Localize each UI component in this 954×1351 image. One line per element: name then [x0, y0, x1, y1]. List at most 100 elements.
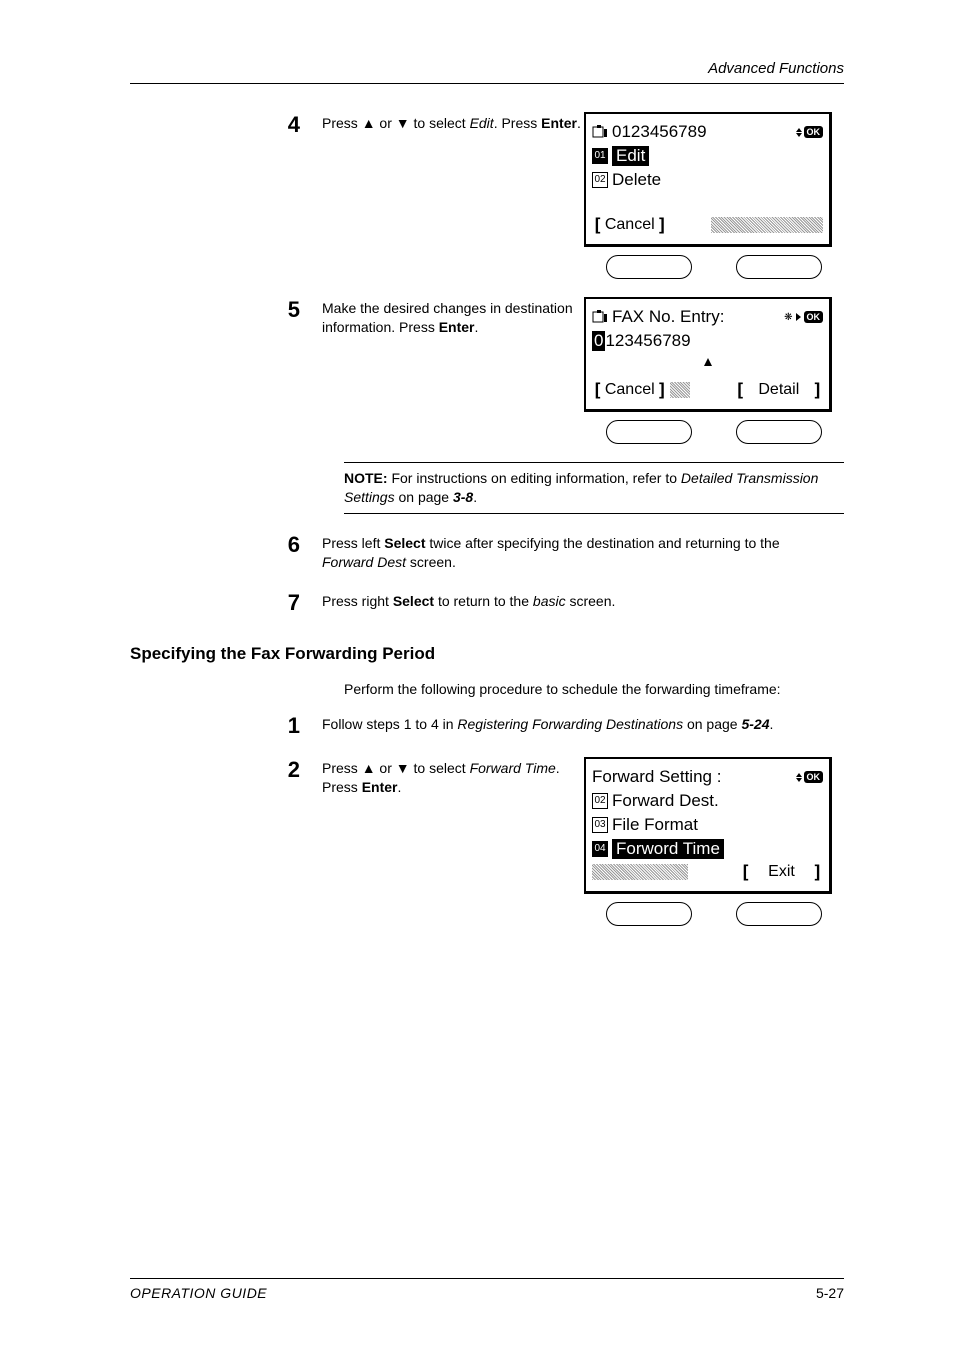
lcd3-ok-indicator: OK	[796, 771, 824, 783]
step5-text-c: .	[475, 319, 479, 335]
step1b-ref: Registering Forwarding Destinations	[457, 716, 683, 732]
step7-basic: basic	[533, 593, 566, 609]
step-6-row: 6 Press left Select twice after specifyi…	[130, 532, 844, 572]
step-7-number: 7	[130, 590, 322, 616]
lcd1-edit-label: Edit	[612, 146, 649, 166]
lcd1-delete-row: 02 Delete	[592, 168, 823, 192]
right-arrow-icon	[796, 313, 801, 321]
lcd3-column: Forward Setting : OK 02 Forward Dest. 03…	[584, 757, 844, 926]
up-triangle-icon: ▲	[362, 115, 376, 131]
lcd2-column: FAX No. Entry: ❋ OK 0123456789 [ Cancel …	[584, 297, 844, 444]
step4-text-b: or	[376, 115, 396, 131]
lcd1-screen: 0123456789 OK 01 Edit 02 Delete	[584, 112, 832, 247]
lcd2-value-row: 0123456789	[592, 329, 823, 353]
step2b-enter: Enter	[362, 779, 398, 795]
step1b-text-a: Follow steps 1 to 4 in	[322, 716, 457, 732]
step-2b-row: 2 Press ▲ or ▼ to select Forward Time. P…	[130, 757, 844, 926]
step4-text-a: Press	[322, 115, 362, 131]
lcd1-spacer	[592, 192, 823, 208]
lcd2-spacer	[592, 369, 823, 373]
step-6-number: 6	[130, 532, 322, 558]
lcd2-left-button[interactable]	[606, 420, 692, 444]
section-heading: Specifying the Fax Forwarding Period	[130, 644, 844, 664]
step-6-text: Press left Select twice after specifying…	[322, 532, 834, 572]
lcd2-cursor-row	[592, 353, 823, 369]
lcd1-column: 0123456789 OK 01 Edit 02 Delete	[584, 112, 844, 279]
step1b-page: 5-24	[741, 716, 769, 732]
lcd2-ok-indicator: ❋ OK	[784, 311, 823, 323]
lcd2-detail-label: Detail	[758, 381, 799, 399]
step6-select: Select	[384, 535, 425, 551]
step4-edit-word: Edit	[470, 115, 494, 131]
ok-icon: OK	[804, 311, 824, 323]
lcd2-screen: FAX No. Entry: ❋ OK 0123456789 [ Cancel …	[584, 297, 832, 412]
ok-icon: OK	[804, 126, 824, 138]
lcd1-delete-label: Delete	[612, 170, 661, 190]
lcd3-item2: 03 File Format	[592, 813, 823, 837]
lcd2-value-rest: 123456789	[605, 331, 690, 351]
lcd1-right-button[interactable]	[736, 255, 822, 279]
lcd3-item2-label: File Format	[612, 815, 698, 835]
step-7-text: Press right Select to return to the basi…	[322, 590, 834, 611]
step6-text-e: screen.	[406, 554, 456, 570]
step1b-text-c: on page	[683, 716, 741, 732]
step-4-text: Press ▲ or ▼ to select Edit. Press Enter…	[322, 112, 584, 133]
step6-text-a: Press left	[322, 535, 384, 551]
note-text-e: .	[473, 489, 477, 505]
step7-text-a: Press right	[322, 593, 393, 609]
lcd3-item1: 02 Forward Dest.	[592, 789, 823, 813]
lcd2-colon: :	[720, 307, 725, 327]
lcd2-right-button[interactable]	[736, 420, 822, 444]
footer-left: OPERATION GUIDE	[130, 1285, 267, 1301]
step-1b-number: 1	[130, 713, 322, 739]
lcd2-detail-softkey: [ Detail ]	[735, 380, 823, 401]
lcd3-item1-label: Forward Dest.	[612, 791, 719, 811]
step-7-row: 7 Press right Select to return to the ba…	[130, 590, 844, 616]
up-triangle-icon: ▲	[362, 760, 376, 776]
lcd1-cancel-label: Cancel	[605, 216, 655, 234]
lcd2-dither1	[670, 382, 690, 398]
lcd1-title-row: 0123456789 OK	[592, 120, 823, 144]
step7-text-e: screen.	[566, 593, 616, 609]
lcd1-softkeys: [ Cancel ]	[592, 214, 823, 236]
down-triangle-icon: ▼	[396, 760, 410, 776]
footer-right: 5-27	[816, 1285, 844, 1301]
lcd3-title: Forward Setting	[592, 767, 712, 786]
lcd3-dither	[592, 864, 688, 880]
lcd3-exit-label: Exit	[768, 863, 795, 881]
lcd3-i2-num-icon: 03	[592, 817, 608, 833]
step4-text-e: . Press	[494, 115, 541, 131]
lcd3-item3: 04 Forword Time	[592, 837, 823, 861]
lcd2-cancel-label: Cancel	[605, 381, 655, 399]
step-1b-row: 1 Follow steps 1 to 4 in Registering For…	[130, 713, 844, 739]
lcd1-edit-row: 01 Edit	[592, 144, 823, 168]
lcd3-screen: Forward Setting : OK 02 Forward Dest. 03…	[584, 757, 832, 894]
step1b-text-e: .	[770, 716, 774, 732]
lcd1-ok-indicator: OK	[796, 126, 824, 138]
lcd1-dither	[711, 217, 823, 233]
asterisk-icon: ❋	[784, 312, 792, 323]
lcd3-i3-num-icon: 04	[592, 841, 608, 857]
lcd3-exit-softkey: [ Exit ]	[740, 862, 823, 883]
lcd1-left-button[interactable]	[606, 255, 692, 279]
lcd1-buttons	[584, 255, 844, 279]
lcd3-right-button[interactable]	[736, 902, 822, 926]
step-2b-number: 2	[130, 757, 322, 783]
step-4-number: 4	[130, 112, 322, 138]
lcd1-number: 0123456789	[612, 122, 707, 142]
note-rule-bottom	[344, 513, 844, 514]
step4-text-c: to select	[410, 115, 470, 131]
lcd2-cancel-softkey: [ Cancel ]	[592, 380, 690, 401]
note-text: NOTE: For instructions on editing inform…	[344, 469, 844, 507]
lcd2-cursor-char: 0	[592, 331, 605, 351]
lcd1-cancel-softkey: [ Cancel ]	[592, 215, 668, 236]
step2b-text-a: Press	[322, 760, 362, 776]
page-footer: OPERATION GUIDE 5-27	[130, 1278, 844, 1301]
step-5-text: Make the desired changes in destination …	[322, 297, 584, 337]
lcd1-edit-num-icon: 01	[592, 148, 608, 164]
step-1b-text: Follow steps 1 to 4 in Registering Forwa…	[322, 713, 834, 734]
lcd2-title-row: FAX No. Entry: ❋ OK	[592, 305, 823, 329]
lcd3-title-row: Forward Setting : OK	[592, 765, 823, 789]
header-section: Advanced Functions	[130, 60, 844, 77]
lcd3-left-button[interactable]	[606, 902, 692, 926]
